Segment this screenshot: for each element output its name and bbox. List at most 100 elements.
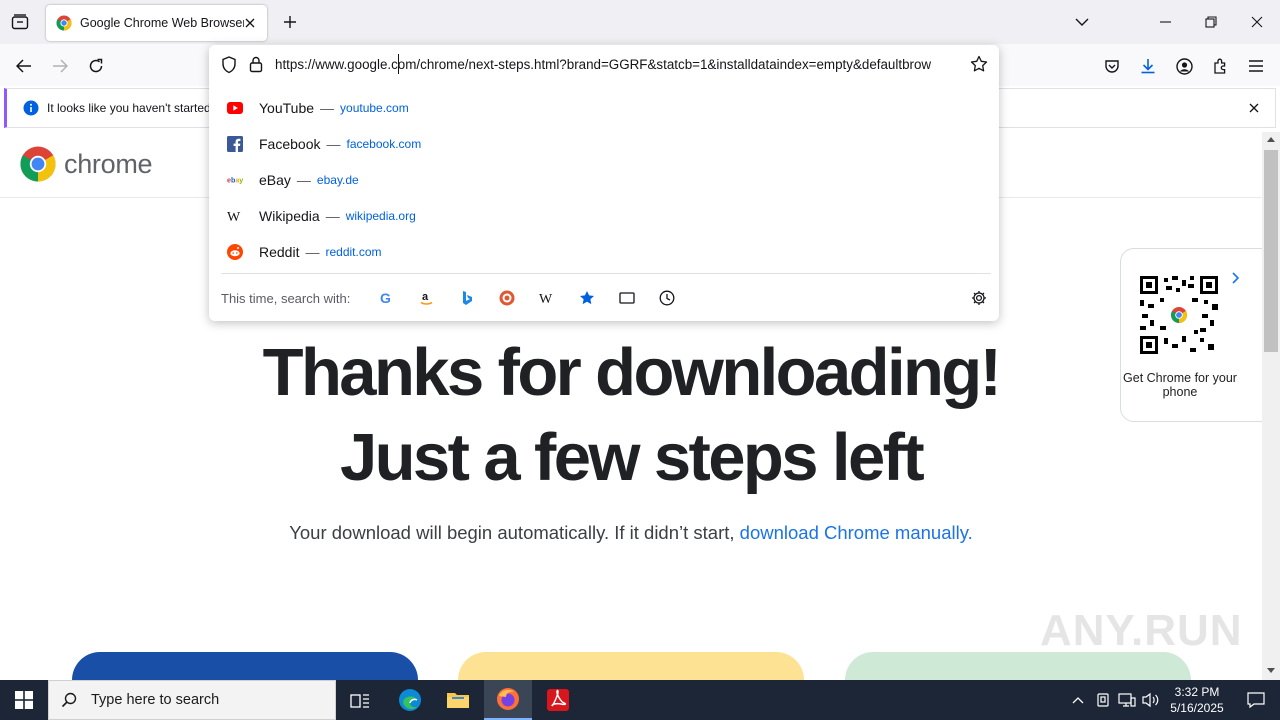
chevron-down-icon[interactable] (1070, 10, 1094, 34)
suggestion-title: Reddit (259, 244, 300, 260)
chrome-favicon-icon (56, 15, 72, 31)
suggestion-wikipedia[interactable]: W Wikipedia — wikipedia.org (209, 198, 999, 234)
extensions-icon[interactable] (1206, 52, 1234, 80)
google-icon[interactable]: G (377, 288, 397, 308)
suggestion-reddit[interactable]: Reddit — reddit.com (209, 234, 999, 270)
suggestion-title: eBay (259, 172, 291, 188)
scroll-down-icon[interactable] (1267, 668, 1275, 674)
page-scrollbar[interactable] (1262, 132, 1280, 680)
search-with-label: This time, search with: (221, 291, 351, 306)
clock-time: 3:32 PM (1174, 685, 1220, 699)
brand-wordmark: chrome (64, 148, 153, 179)
acrobat-icon[interactable] (534, 680, 582, 720)
gear-icon[interactable] (969, 288, 989, 308)
tab-title: Google Chrome Web Browser: I (80, 16, 244, 30)
download-manually-link[interactable]: download Chrome manually. (740, 522, 973, 543)
suggestion-ebay[interactable]: ebay eBay — ebay.de (209, 162, 999, 198)
task-view-icon[interactable] (336, 680, 384, 720)
suggestion-separator: — (305, 244, 320, 260)
suggestion-facebook[interactable]: Facebook — facebook.com (209, 126, 999, 162)
restore-button[interactable] (1188, 0, 1234, 44)
bookmark-star-icon[interactable] (970, 55, 988, 73)
suggestion-separator: — (320, 100, 335, 116)
scroll-up-icon[interactable] (1267, 136, 1275, 142)
back-icon[interactable] (10, 52, 38, 80)
suggestion-title: YouTube (259, 100, 315, 116)
url-input[interactable]: https://www.google.com/chrome/next-steps… (275, 57, 965, 72)
headline-line-1: Thanks for downloading! (262, 335, 1002, 410)
firefox-taskbar-icon[interactable] (484, 680, 532, 720)
anyrun-watermark: ANY.RUN (1040, 606, 1243, 655)
page-headline: Thanks for downloading! Just a few steps… (0, 330, 1262, 500)
wikipedia-icon: W (227, 208, 243, 224)
svg-text:G: G (380, 291, 391, 305)
suggestion-url: facebook.com (346, 137, 422, 151)
chrome-logo[interactable]: chrome (20, 146, 153, 182)
bing-icon[interactable] (457, 288, 477, 308)
svg-text:W: W (227, 210, 241, 223)
account-icon[interactable] (1170, 52, 1198, 80)
menu-icon[interactable] (1242, 52, 1270, 80)
close-window-button[interactable] (1234, 0, 1280, 44)
downloads-icon[interactable] (1134, 52, 1162, 80)
text-caret (398, 54, 399, 74)
chrome-logo-icon (20, 146, 56, 182)
lock-icon[interactable] (249, 56, 263, 73)
amazon-icon[interactable]: a (417, 288, 437, 308)
url-bar[interactable]: https://www.google.com/chrome/next-steps… (209, 45, 999, 85)
suggestion-title: Wikipedia (259, 208, 320, 224)
taskbar-clock[interactable]: 3:32 PM 5/16/2025 (1162, 684, 1232, 716)
svg-text:ebay: ebay (227, 177, 243, 185)
tab-strip: Google Chrome Web Browser: I (0, 0, 1280, 44)
suggestion-youtube[interactable]: YouTube — youtube.com (209, 90, 999, 126)
taskbar-search-input[interactable]: Type here to search (48, 680, 336, 720)
suggestion-url: ebay.de (316, 173, 359, 187)
suggestion-url: wikipedia.org (345, 209, 416, 223)
search-placeholder: Type here to search (91, 692, 220, 708)
new-tab-button[interactable] (278, 10, 302, 34)
bookmarks-icon[interactable] (577, 288, 597, 308)
facebook-icon (227, 136, 243, 152)
tab-active[interactable]: Google Chrome Web Browser: I (46, 5, 267, 41)
info-icon (23, 100, 39, 116)
chevron-right-icon[interactable] (1227, 269, 1245, 287)
suggestion-url: reddit.com (325, 245, 382, 259)
ebay-icon: ebay (227, 172, 243, 188)
step-card-3 (845, 652, 1191, 680)
suggestion-title: Facebook (259, 136, 321, 152)
minimize-button[interactable] (1142, 0, 1188, 44)
duckduckgo-icon[interactable] (497, 288, 517, 308)
firefox-view-icon[interactable] (8, 12, 32, 32)
edge-icon[interactable] (386, 680, 434, 720)
scroll-thumb[interactable] (1264, 150, 1278, 352)
suggestion-url: youtube.com (340, 101, 409, 115)
svg-text:a: a (422, 291, 429, 303)
search-icon (61, 692, 77, 708)
close-icon[interactable] (1245, 99, 1263, 117)
download-message: Your download will begin automatically. … (0, 522, 1262, 544)
tracking-protection-shield-icon[interactable] (221, 56, 237, 74)
notifications-icon[interactable] (1232, 680, 1280, 720)
history-icon[interactable] (657, 288, 677, 308)
file-explorer-icon[interactable] (434, 680, 482, 720)
url-dropdown: https://www.google.com/chrome/next-steps… (209, 45, 999, 321)
headline-line-2: Just a few steps left (339, 420, 925, 495)
suggestion-separator: — (325, 208, 340, 224)
close-tab-icon[interactable] (241, 14, 259, 32)
divider (221, 273, 991, 274)
download-message-text: Your download will begin automatically. … (289, 522, 740, 543)
reddit-icon (227, 244, 243, 260)
wikipedia-search-icon[interactable]: W (537, 288, 557, 308)
pocket-icon[interactable] (1098, 52, 1126, 80)
reload-icon[interactable] (82, 52, 110, 80)
clock-date: 5/16/2025 (1170, 701, 1224, 715)
tabs-icon[interactable] (617, 288, 637, 308)
windows-start-icon[interactable] (0, 680, 48, 720)
suggestion-separator: — (326, 136, 341, 152)
step-card-1 (72, 652, 418, 680)
forward-icon[interactable] (46, 52, 74, 80)
svg-text:W: W (539, 292, 553, 305)
notification-text: It looks like you haven't started (47, 101, 211, 115)
suggestion-separator: — (296, 172, 311, 188)
step-card-2 (458, 652, 804, 680)
